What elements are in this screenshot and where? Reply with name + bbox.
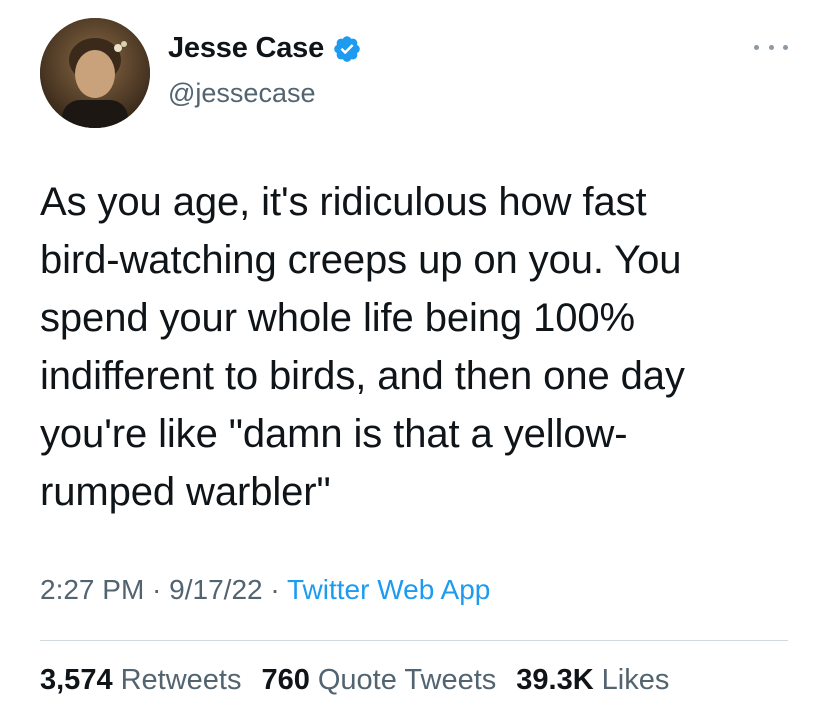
tweet-text: As you age, it's ridiculous how fast bir… [40, 180, 685, 514]
tweet-source[interactable]: Twitter Web App [287, 574, 490, 605]
likes-count: 39.3K [516, 664, 594, 696]
tweet-metadata: 2:27 PM · 9/17/22 · Twitter Web App [40, 574, 490, 606]
quote-tweets-label: Quote Tweets [317, 664, 497, 696]
display-name[interactable]: Jesse Case [168, 32, 324, 65]
tweet-date[interactable]: 9/17/22 [169, 574, 262, 605]
author-handle[interactable]: @jessecase [168, 78, 315, 109]
likes-stat[interactable]: 39.3K Likes [516, 664, 669, 697]
meta-separator: · [262, 574, 287, 605]
retweets-stat[interactable]: 3,574 Retweets [40, 664, 241, 697]
retweets-count: 3,574 [40, 664, 113, 696]
likes-label: Likes [601, 664, 670, 696]
more-options-icon[interactable] [754, 40, 788, 54]
avatar[interactable] [40, 18, 150, 128]
meta-separator: · [144, 574, 170, 605]
retweets-label: Retweets [120, 664, 242, 696]
quote-tweets-stat[interactable]: 760 Quote Tweets [261, 664, 496, 697]
divider [40, 640, 788, 641]
quote-tweets-count: 760 [261, 664, 310, 696]
author-name-row[interactable]: Jesse Case [168, 32, 362, 65]
tweet-stats: 3,574 Retweets 760 Quote Tweets 39.3K Li… [40, 664, 669, 697]
verified-badge-icon [332, 34, 362, 64]
tweet-time[interactable]: 2:27 PM [40, 574, 144, 605]
